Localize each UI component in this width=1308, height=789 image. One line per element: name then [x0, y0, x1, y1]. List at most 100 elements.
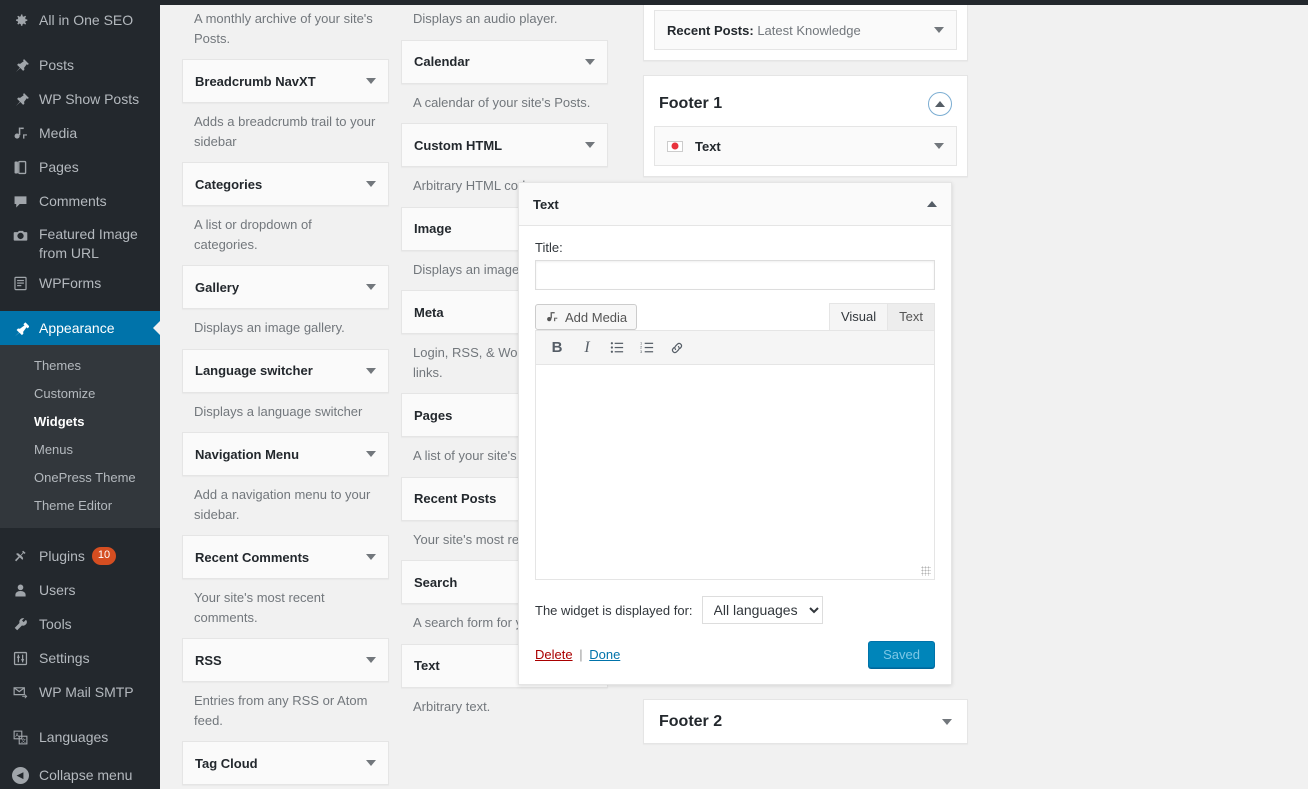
sidebar-item-wp-mail-smtp[interactable]: WP Mail SMTP: [0, 675, 160, 709]
sidebar-item-media[interactable]: Media: [0, 116, 160, 150]
sidebar-item-plugins[interactable]: Plugins 10: [0, 539, 160, 573]
tab-text[interactable]: Text: [887, 303, 935, 330]
widget-card-header[interactable]: Categories: [183, 163, 388, 205]
italic-icon[interactable]: I: [572, 334, 602, 362]
sidebar-item-appearance[interactable]: Appearance: [0, 311, 160, 345]
sidebar-collapse-toggle[interactable]: [928, 92, 952, 116]
widget-card-header[interactable]: Breadcrumb NavXT: [183, 60, 388, 102]
done-link[interactable]: Done: [589, 647, 620, 662]
widget-card-language-switcher[interactable]: Language switcher: [182, 348, 389, 393]
bold-icon[interactable]: B: [542, 334, 572, 362]
chevron-down-icon[interactable]: [366, 284, 376, 290]
chevron-down-icon[interactable]: [366, 657, 376, 663]
language-select[interactable]: All languages: [701, 596, 823, 624]
sidebar-item-wp-show-posts[interactable]: WP Show Posts: [0, 82, 160, 116]
sidebar-name-footer-1: Footer 1: [659, 95, 723, 112]
chevron-down-icon[interactable]: [366, 181, 376, 187]
editor-toolbar-row: Add Media Visual Text: [535, 303, 935, 330]
sidebar-item-pages[interactable]: Pages: [0, 150, 160, 184]
sidebar-item-settings[interactable]: Settings: [0, 641, 160, 675]
sidebar-box-footer-1: Footer 1 Text: [643, 75, 968, 177]
sidebar-item-comments[interactable]: Comments: [0, 184, 160, 218]
widget-description: A calendar of your site's Posts.: [413, 94, 591, 110]
widget-card-calendar[interactable]: Calendar: [401, 39, 608, 84]
chevron-down-icon[interactable]: [366, 78, 376, 84]
add-media-button[interactable]: Add Media: [535, 304, 638, 330]
brush-icon: [10, 318, 30, 338]
sidebar-item-posts[interactable]: Posts: [0, 48, 160, 82]
widget-description: A list or dropdown of categories.: [194, 217, 312, 252]
sidebar-item-languages[interactable]: A文 Languages: [0, 720, 160, 754]
widget-card-rss[interactable]: RSS: [182, 638, 389, 682]
widget-card-header[interactable]: RSS: [183, 639, 388, 681]
widget-card-header[interactable]: Language switcher: [183, 349, 388, 392]
save-button[interactable]: Saved: [868, 641, 935, 668]
sidebar-item-tools[interactable]: Tools: [0, 607, 160, 641]
resize-handle[interactable]: [921, 566, 931, 576]
chevron-down-icon[interactable]: [366, 451, 376, 457]
plug-icon: [10, 546, 30, 566]
widget-card-gallery[interactable]: Gallery: [182, 265, 389, 309]
widget-card-header[interactable]: Custom HTML: [402, 124, 607, 166]
widget-card-navigation-menu[interactable]: Navigation Menu: [182, 432, 389, 476]
widget-card-tag-cloud[interactable]: Tag Cloud: [182, 741, 389, 785]
delete-link[interactable]: Delete: [535, 647, 573, 662]
widget-card-categories[interactable]: Categories: [182, 162, 389, 206]
widget-description: Displays an image gallery.: [194, 320, 345, 335]
widget-card-header[interactable]: Calendar: [402, 40, 607, 83]
sidebar-item-label: Media: [39, 124, 78, 141]
widget-title: Recent Posts: [414, 491, 497, 506]
sidebar-subitem-customize[interactable]: Customize: [0, 380, 160, 408]
appearance-submenu: Themes Customize Widgets Menus OnePress …: [0, 345, 160, 528]
widget-card-header[interactable]: Recent Comments: [183, 536, 388, 578]
chevron-down-icon[interactable]: [934, 27, 944, 33]
bullet-list-icon[interactable]: [602, 334, 632, 362]
sidebar-item-users[interactable]: Users: [0, 573, 160, 607]
widget-card-header[interactable]: Tag Cloud: [183, 742, 388, 784]
sidebar-box-footer-2[interactable]: Footer 2: [643, 699, 968, 744]
widget-card-breadcrumb-navxt[interactable]: Breadcrumb NavXT: [182, 59, 389, 103]
chevron-down-icon[interactable]: [366, 367, 376, 374]
sidebar-subitem-theme-editor[interactable]: Theme Editor: [0, 492, 160, 520]
title-input[interactable]: [535, 260, 935, 290]
assigned-widget-recent-posts[interactable]: Recent Posts: Latest Knowledge: [654, 10, 957, 50]
widget-action-links: Delete | Done: [535, 647, 620, 662]
chevron-down-icon[interactable]: [934, 143, 944, 149]
sidebar-item-all-in-one-seo[interactable]: All in One SEO: [0, 3, 160, 37]
chevron-down-icon[interactable]: [942, 718, 952, 725]
link-icon[interactable]: [662, 334, 692, 362]
chevron-down-icon[interactable]: [585, 142, 595, 148]
tab-visual[interactable]: Visual: [828, 303, 889, 330]
chevron-up-icon[interactable]: [927, 201, 937, 207]
widget-title: Calendar: [414, 54, 470, 69]
sidebar-subitem-widgets[interactable]: Widgets: [0, 408, 160, 436]
sidebar-subitem-onepress-theme[interactable]: OnePress Theme: [0, 464, 160, 492]
numbered-list-icon[interactable]: 123: [632, 334, 662, 362]
chevron-down-icon[interactable]: [585, 58, 595, 65]
assigned-widget-text[interactable]: Text: [654, 126, 957, 166]
widget-title: Language switcher: [195, 363, 313, 378]
text-widget-edit-panel: Text Title: Add Media Visual Text B I 1 …: [518, 182, 952, 685]
chevron-down-icon[interactable]: [366, 760, 376, 766]
user-icon: [10, 580, 30, 600]
available-widgets-column-left: A monthly archive of your site's Posts. …: [182, 5, 389, 789]
chevron-down-icon[interactable]: [366, 554, 376, 560]
text-widget-panel-header[interactable]: Text: [519, 183, 951, 226]
widget-description: Add a navigation menu to your sidebar.: [194, 487, 371, 522]
editor-content-area[interactable]: [535, 365, 935, 580]
widget-card-custom-html[interactable]: Custom HTML: [401, 123, 608, 167]
collapse-menu-button[interactable]: ◀ Collapse menu: [0, 758, 160, 789]
mail-icon: [10, 682, 30, 702]
widget-title: Pages: [414, 407, 453, 423]
media-icon: [10, 123, 30, 143]
sidebar-subitem-menus[interactable]: Menus: [0, 436, 160, 464]
widget-card-header[interactable]: Gallery: [183, 266, 388, 308]
widget-title: Meta: [414, 304, 444, 320]
sidebar-item-wpforms[interactable]: WPForms: [0, 266, 160, 300]
sidebar-item-featured-image-from-url[interactable]: Featured Image from URL: [0, 218, 160, 266]
sidebar-subitem-themes[interactable]: Themes: [0, 352, 160, 380]
sidebar-name-footer-2: Footer 2: [659, 712, 723, 730]
widget-card-header[interactable]: Navigation Menu: [183, 433, 388, 475]
widget-card-recent-comments[interactable]: Recent Comments: [182, 535, 389, 579]
active-menu-pointer: [153, 320, 160, 336]
